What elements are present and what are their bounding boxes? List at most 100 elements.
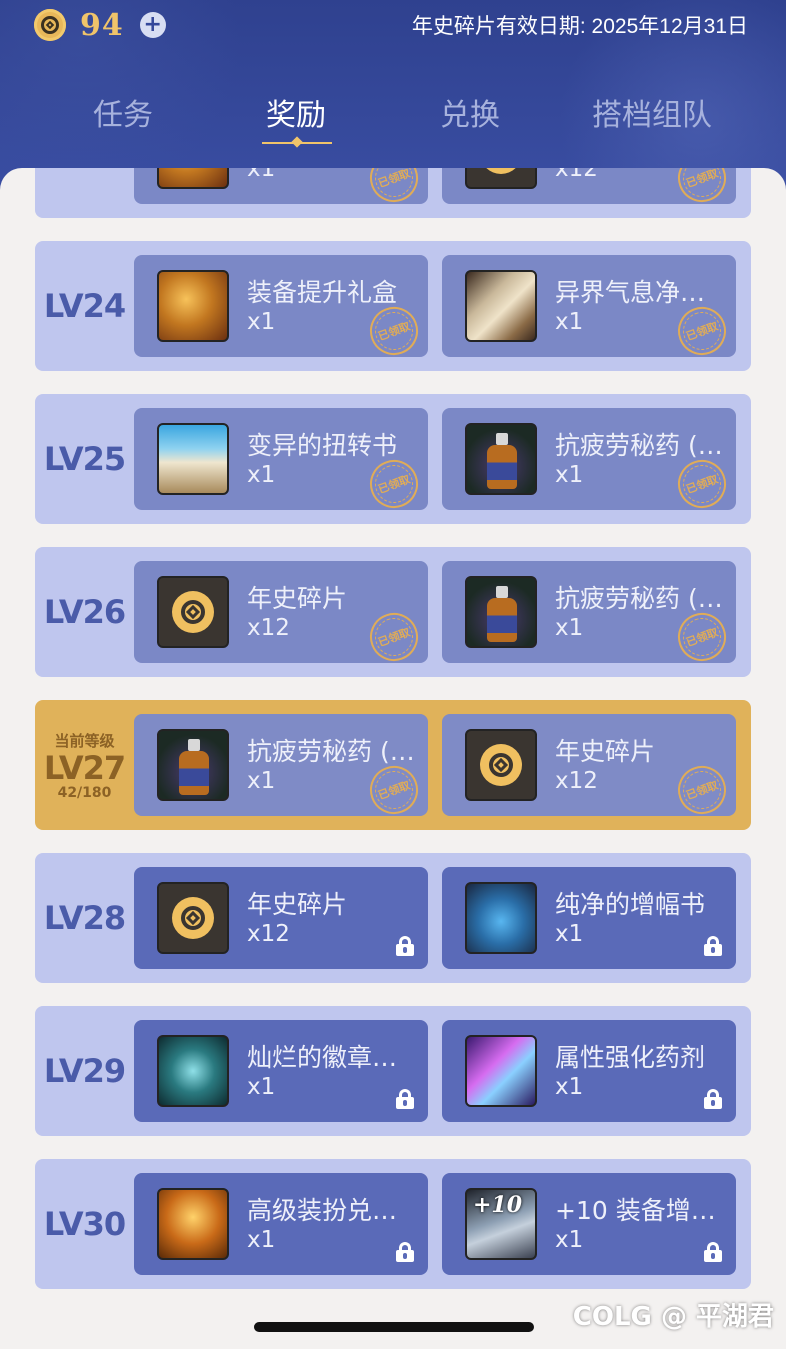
current-level-tag: 当前等级: [54, 731, 115, 750]
home-indicator[interactable]: [254, 1322, 534, 1332]
reward-slot[interactable]: 高级装扮兑… x1: [134, 1173, 428, 1275]
claimed-stamp: 已领取: [363, 168, 425, 204]
reward-qty: x1: [555, 309, 584, 335]
add-currency-button[interactable]: +: [139, 12, 166, 38]
reward-qty: x12: [555, 168, 598, 182]
tab-tasks[interactable]: 任务: [93, 90, 153, 134]
reward-name: 变异的扭转书: [247, 431, 398, 460]
reward-slot[interactable]: 年史碎片 x12 已领取: [442, 714, 736, 816]
reward-name: 年史碎片: [247, 584, 348, 613]
reward-name: 异界气息净…: [555, 278, 706, 307]
tab-partner-team[interactable]: 搭档组队: [592, 90, 712, 134]
claimed-stamp: 已领取: [671, 168, 733, 204]
reward-name: 抗疲劳秘药 (…: [247, 737, 415, 766]
reward-name: 抗疲劳秘药 (…: [555, 431, 723, 460]
reward-slot[interactable]: x1 已领取: [134, 168, 428, 204]
reward-name: 高级装扮兑…: [247, 1196, 398, 1225]
tab-exchange[interactable]: 兑换: [440, 90, 500, 134]
reward-slot[interactable]: 抗疲劳秘药 (… x1 已领取: [442, 408, 736, 510]
level-label: LV30: [43, 1205, 126, 1243]
level-card-partial: x1 已领取 x12 已领取: [35, 168, 751, 218]
reward-name: +10 装备增…: [555, 1196, 716, 1225]
level-label: LV26: [43, 593, 126, 631]
level-card-lv26: LV26 年史碎片 x12 已领取 抗疲劳秘药 (… x1 已领取: [35, 547, 751, 677]
level-progress: 42/180: [57, 784, 112, 801]
level-card-lv27-current: 当前等级 LV27 42/180 抗疲劳秘药 (… x1 已领取 年史碎片 x1…: [35, 700, 751, 830]
reward-name: 年史碎片: [555, 737, 656, 766]
reward-slot[interactable]: 异界气息净… x1 已领取: [442, 255, 736, 357]
level-card-lv28: LV28 年史碎片 x12 纯净的增幅书 x1: [35, 853, 751, 983]
lock-icon: [396, 1242, 414, 1262]
reward-qty: x1: [247, 768, 276, 794]
reward-qty: x1: [247, 168, 276, 182]
level-label: LV25: [43, 440, 126, 478]
chest-icon: [157, 1188, 229, 1260]
reward-qty: x1: [555, 1074, 584, 1100]
level-label: LV29: [43, 1052, 126, 1090]
book-icon: [157, 423, 229, 495]
badge-icon: [157, 1035, 229, 1107]
level-card-lv30: LV30 高级装扮兑… x1 +10 +10 装备增… x1: [35, 1159, 751, 1289]
elixir-icon: [465, 1035, 537, 1107]
level-card-lv25: LV25 变异的扭转书 x1 已领取 抗疲劳秘药 (… x1 已领取: [35, 394, 751, 524]
reward-qty: x12: [247, 921, 290, 947]
level-label: LV24: [43, 287, 126, 325]
coin-icon: [157, 882, 229, 954]
lock-icon: [704, 936, 722, 956]
reward-slot[interactable]: 年史碎片 x12 已领取: [134, 561, 428, 663]
watermark: COLG @ 平湖君: [572, 1302, 774, 1332]
reward-qty: x12: [247, 615, 290, 641]
level-card-lv24: LV24 装备提升礼盒 x1 已领取 异界气息净… x1 已领取: [35, 241, 751, 371]
active-tab-indicator: [262, 140, 332, 146]
reward-slot[interactable]: 年史碎片 x12: [134, 867, 428, 969]
reward-name: 装备提升礼盒: [247, 278, 398, 307]
reward-qty: x12: [555, 768, 598, 794]
reward-qty: x1: [555, 921, 584, 947]
gift-box-icon: [157, 270, 229, 342]
box-icon: [157, 168, 229, 189]
reward-qty: x1: [247, 1227, 276, 1253]
validity-date-text: 年史碎片有效日期: 2025年12月31日: [411, 15, 748, 38]
lock-icon: [396, 936, 414, 956]
reward-qty: x1: [555, 462, 584, 488]
potion-icon: [465, 423, 537, 495]
level-card-lv29: LV29 灿烂的徽章… x1 属性强化药剂 x1: [35, 1006, 751, 1136]
reward-name: 年史碎片: [247, 890, 348, 919]
blue-book-icon: [465, 882, 537, 954]
level-label: LV27: [43, 748, 126, 787]
reward-qty: x1: [247, 309, 276, 335]
reward-slot[interactable]: 变异的扭转书 x1 已领取: [134, 408, 428, 510]
reward-name: 灿烂的徽章…: [247, 1043, 398, 1072]
coin-icon: [465, 729, 537, 801]
rewards-list[interactable]: x1 已领取 x12 已领取 LV24 装备提升礼盒 x1 已领取 异界气息净……: [0, 168, 786, 1349]
plus10-icon: +10: [465, 1188, 537, 1260]
reward-slot[interactable]: 属性强化药剂 x1: [442, 1020, 736, 1122]
reward-qty: x1: [555, 1227, 584, 1253]
coin-icon: [157, 576, 229, 648]
reward-name: 抗疲劳秘药 (…: [555, 584, 723, 613]
currency-display: 94 +: [34, 7, 166, 43]
lock-icon: [704, 1242, 722, 1262]
potion-icon: [465, 576, 537, 648]
scroll-icon: [465, 270, 537, 342]
reward-slot[interactable]: 抗疲劳秘药 (… x1 已领取: [134, 714, 428, 816]
currency-amount: 94: [80, 7, 124, 43]
chronicle-coin-icon: [34, 9, 66, 41]
tab-bar: 任务 奖励 兑换 搭档组队: [0, 90, 786, 150]
potion-icon: [157, 729, 229, 801]
level-label: LV28: [43, 899, 126, 937]
tab-rewards[interactable]: 奖励: [266, 90, 326, 134]
reward-slot[interactable]: +10 +10 装备增… x1: [442, 1173, 736, 1275]
coin-icon: [465, 168, 537, 189]
reward-slot[interactable]: 纯净的增幅书 x1: [442, 867, 736, 969]
reward-name: 纯净的增幅书: [555, 890, 706, 919]
reward-slot[interactable]: 灿烂的徽章… x1: [134, 1020, 428, 1122]
reward-slot[interactable]: 抗疲劳秘药 (… x1 已领取: [442, 561, 736, 663]
reward-qty: x1: [247, 462, 276, 488]
reward-name: 属性强化药剂: [555, 1043, 706, 1072]
reward-qty: x1: [247, 1074, 276, 1100]
reward-slot[interactable]: 装备提升礼盒 x1 已领取: [134, 255, 428, 357]
reward-qty: x1: [555, 615, 584, 641]
lock-icon: [396, 1089, 414, 1109]
reward-slot[interactable]: x12 已领取: [442, 168, 736, 204]
